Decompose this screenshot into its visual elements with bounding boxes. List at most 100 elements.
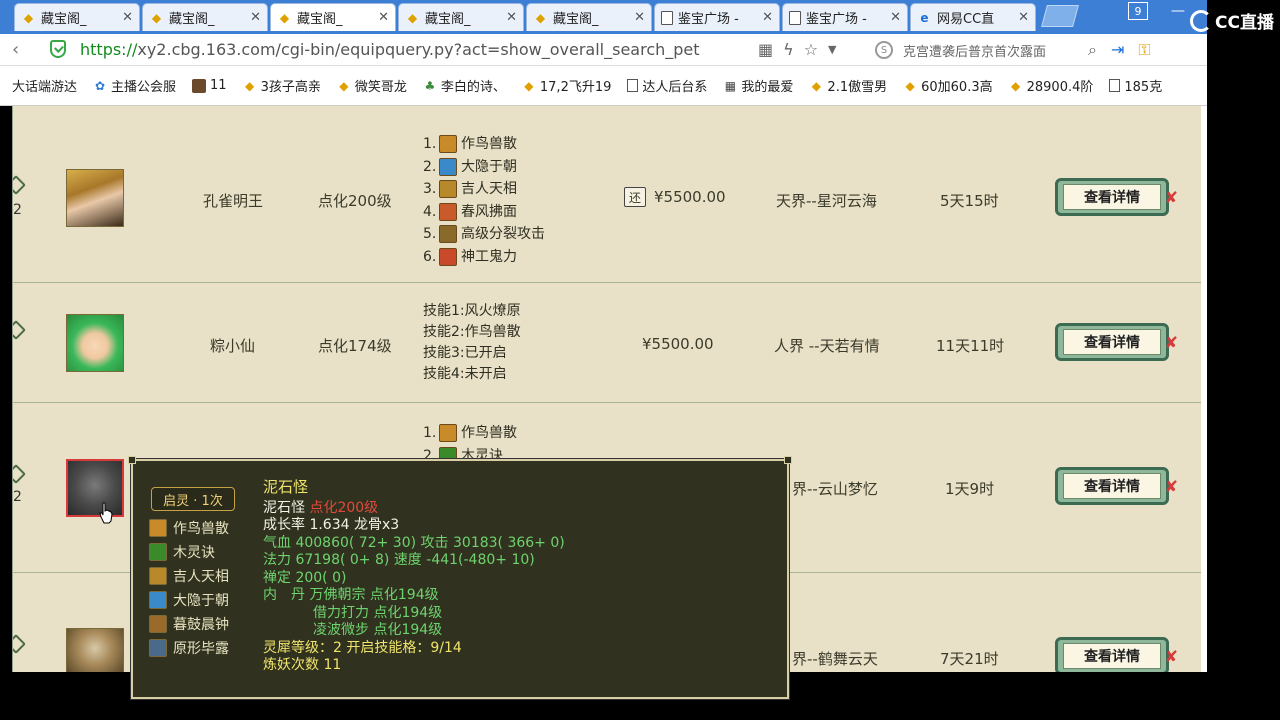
screen: ◆ 藏宝阁_ ✕ ◆ 藏宝阁_ ✕ ◆ 藏宝阁_ ✕ ◆ 藏宝阁_ ✕ ◆ 藏宝…: [0, 0, 1280, 720]
skill-number: 6.: [423, 248, 437, 265]
pin-icon[interactable]: ✘: [1165, 647, 1178, 666]
pin-icon[interactable]: ✘: [1165, 477, 1178, 496]
search-field[interactable]: S 克宫遭袭后普京首次露面: [875, 39, 1115, 61]
close-icon[interactable]: ✕: [378, 10, 389, 25]
view-details-button[interactable]: 查看详情 ✘: [1055, 637, 1178, 672]
skill-number: 3.: [423, 181, 437, 197]
favorite-star-icon[interactable]: [13, 464, 26, 484]
remaining-time: 1天9时: [945, 480, 995, 498]
pet-avatar[interactable]: [66, 314, 124, 372]
minimize-icon[interactable]: —: [1168, 2, 1188, 20]
browser-tab[interactable]: 鉴宝广场 - ✕: [654, 3, 780, 31]
bookmark-item[interactable]: ◆ 17,2飞升19: [522, 76, 611, 96]
pin-icon[interactable]: ✘: [1165, 333, 1178, 352]
corner-ornament: [784, 456, 792, 464]
back-arrow-icon[interactable]: ‹: [12, 39, 19, 60]
tab-label: 藏宝阁_: [553, 12, 599, 27]
pet-level: 点化200级: [309, 499, 379, 516]
close-icon[interactable]: ✕: [1018, 10, 1029, 25]
gold-ingot-icon: ◆: [524, 78, 534, 93]
view-details-button[interactable]: 查看详情 ✘: [1055, 467, 1178, 505]
url-field[interactable]: https://xy2.cbg.163.com/cgi-bin/equipque…: [80, 40, 700, 59]
close-icon[interactable]: ✕: [506, 10, 517, 25]
close-icon[interactable]: ✕: [122, 10, 133, 25]
gold-ingot-icon: ◆: [23, 10, 34, 25]
tab-label: 鉴宝广场 -: [678, 12, 739, 27]
login-icon[interactable]: ⇥: [1111, 40, 1124, 60]
bookmark-item[interactable]: ◆ 微笑哥龙: [337, 76, 407, 96]
skill-line: 技能4:未开启: [423, 366, 507, 382]
bookmark-item[interactable]: 大话端游达: [12, 76, 77, 95]
skill-icon: [149, 591, 167, 609]
close-icon[interactable]: ✕: [250, 10, 261, 25]
pet-avatar[interactable]: [66, 169, 124, 227]
browser-tab[interactable]: 鉴宝广场 - ✕: [782, 3, 908, 31]
browser-tab[interactable]: ◆ 藏宝阁_ ✕: [14, 3, 140, 31]
browser-tab-active[interactable]: ◆ 藏宝阁_ ✕: [270, 3, 396, 31]
bookmark-item[interactable]: ▦ 我的最爱: [723, 76, 794, 96]
return-badge-icon: 还: [624, 187, 646, 207]
search-engine-icon: S: [875, 41, 893, 59]
document-icon: [789, 10, 801, 25]
bookmark-item[interactable]: ✿ 主播公会服: [93, 76, 176, 96]
favorite-star-icon[interactable]: [13, 634, 26, 654]
skill-list: 1. 作鸟兽散 2. 大隐于朝 3. 吉人天相 4. 春风拂面 5. 高级分裂攻击 6. 神…: [423, 133, 545, 268]
neidan-item: 凌波微步 点化194级: [313, 622, 443, 638]
popup-skill: 暮鼓晨钟: [149, 614, 229, 634]
skill-icon: [149, 543, 167, 561]
tab-strip: ◆ 藏宝阁_ ✕ ◆ 藏宝阁_ ✕ ◆ 藏宝阁_ ✕ ◆ 藏宝阁_ ✕ ◆ 藏宝…: [0, 0, 1207, 34]
stat-value: 400860( 72+ 30): [295, 534, 417, 551]
qr-code-icon[interactable]: ▦: [758, 40, 773, 59]
cc-logo-icon: [1190, 9, 1213, 32]
pet-avatar-selected[interactable]: [66, 459, 124, 517]
close-icon[interactable]: ✕: [762, 10, 773, 25]
bookmark-label: 3孩子高亲: [260, 80, 321, 95]
view-details-button[interactable]: 查看详情 ✘: [1055, 323, 1178, 361]
remaining-time: 7天21时: [940, 650, 999, 668]
chevron-down-icon[interactable]: ▼: [828, 43, 836, 59]
new-tab-button[interactable]: [1041, 5, 1079, 27]
popup-skill: 吉人天相: [149, 566, 229, 586]
skill-name: 大隐于朝: [173, 593, 229, 609]
tab-label: 藏宝阁_: [41, 12, 87, 27]
close-icon[interactable]: ✕: [890, 10, 901, 25]
pet-stats: 泥石怪 泥石怪 点化200级 成长率 1.634 龙骨x3 气血 400860(…: [263, 478, 565, 675]
bookmark-item[interactable]: ◆ 3孩子高亲: [243, 76, 321, 96]
stream-overlay-panel: [1207, 0, 1280, 720]
lightning-icon[interactable]: ϟ: [783, 40, 794, 59]
bookmark-item[interactable]: 达人后台系: [627, 76, 707, 95]
stat-label: 气血: [263, 534, 291, 551]
skill-item: 4. 春风拂面: [423, 201, 545, 224]
browser-tab[interactable]: ◆ 藏宝阁_ ✕: [142, 3, 268, 31]
browser-tab[interactable]: ◆ 藏宝阁_ ✕: [526, 3, 652, 31]
view-details-button[interactable]: 查看详情 ✘: [1055, 178, 1178, 216]
popup-skill: 作鸟兽散: [149, 518, 229, 538]
search-icon[interactable]: ⌕: [1088, 40, 1097, 60]
browser-tab[interactable]: ◆ 藏宝阁_ ✕: [398, 3, 524, 31]
bookmark-item[interactable]: 11: [192, 78, 227, 93]
button-label: 查看详情: [1063, 329, 1161, 355]
pin-icon[interactable]: ✘: [1165, 188, 1178, 207]
bookmark-item[interactable]: 185克: [1109, 76, 1162, 95]
bookmark-item[interactable]: ◆ 2.1傲雪男: [809, 76, 887, 96]
key-icon[interactable]: ⚿: [1138, 40, 1150, 60]
gold-ingot-icon: ◆: [811, 78, 822, 93]
bookmark-item[interactable]: ◆ 28900.4阶: [1009, 76, 1093, 96]
neidan-line: 内 丹 万佛朝宗 点化194级: [263, 587, 565, 605]
pet-name[interactable]: 粽小仙: [210, 335, 255, 356]
bookmark-label: 达人后台系: [642, 80, 708, 95]
browser-tab[interactable]: e 网易CC直 ✕: [910, 3, 1036, 31]
pet-detail-tooltip: 启灵 · 1次 作鸟兽散 木灵诀 吉人天相 大隐于朝 暮鼓晨钟 原形毕露 泥石怪…: [128, 456, 792, 699]
window-badge[interactable]: 9: [1128, 2, 1148, 20]
bookmark-item[interactable]: ◆ 60加60.3高: [903, 76, 992, 96]
star-icon[interactable]: ☆: [804, 40, 818, 59]
bookmark-label: 微笑哥龙: [354, 80, 407, 95]
favorite-star-icon[interactable]: [13, 175, 26, 195]
close-icon[interactable]: ✕: [634, 10, 645, 25]
bookmark-item[interactable]: ♣ 李白的诗、: [423, 76, 505, 96]
stat-label: 攻击: [420, 534, 449, 551]
favorite-star-icon[interactable]: [13, 320, 26, 340]
skill-icon: [149, 615, 167, 633]
pet-avatar[interactable]: [66, 628, 124, 672]
pet-name[interactable]: 孔雀明王: [203, 190, 263, 211]
